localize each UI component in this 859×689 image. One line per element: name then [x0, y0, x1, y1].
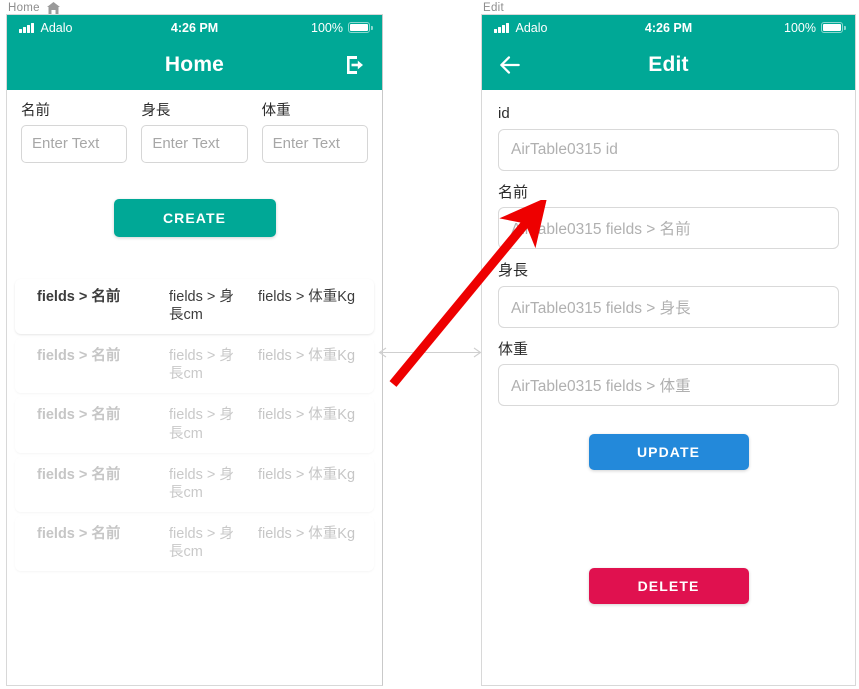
- row-name: fields > 名前: [37, 348, 121, 365]
- home-body: 名前 Enter Text 身長 Enter Text 体重 Enter Tex…: [7, 90, 382, 685]
- table-row[interactable]: fields > 名前 fields > 身長cm fields > 体重Kg: [15, 515, 374, 572]
- create-field-weight-input[interactable]: Enter Text: [261, 124, 368, 163]
- edit-field-weight-label: 体重: [498, 340, 529, 358]
- create-form: 名前 Enter Text 身長 Enter Text 体重 Enter Tex…: [7, 90, 382, 163]
- table-row[interactable]: fields > 名前 fields > 身長cm fields > 体重Kg: [15, 338, 374, 394]
- edit-field-weight: 体重 AirTable0315 fields > 体重: [498, 340, 839, 406]
- edit-field-name: 名前 AirTable0315 fields > 名前: [498, 183, 839, 249]
- edit-field-name-label: 名前: [498, 183, 529, 201]
- edit-screen-frame: Adalo 4:26 PM 100% Edit id AirTable0315 …: [481, 14, 856, 686]
- home-screen-frame: Adalo 4:26 PM 100% Home 名前 Enter Text 身長…: [6, 14, 383, 686]
- row-name: fields > 名前: [37, 525, 121, 542]
- table-row[interactable]: fields > 名前 fields > 身長cm fields > 体重Kg: [15, 278, 374, 335]
- row-name: fields > 名前: [37, 288, 121, 305]
- edit-app-bar: Edit: [482, 40, 855, 90]
- create-field-weight: 体重 Enter Text: [261, 103, 368, 163]
- row-name: fields > 名前: [37, 466, 121, 483]
- double-arrow-horizontal: [378, 346, 482, 359]
- battery-full-icon: [821, 22, 846, 33]
- delete-button[interactable]: DELETE: [588, 568, 749, 604]
- row-name: fields > 名前: [37, 407, 121, 424]
- status-left: Adalo: [494, 21, 547, 35]
- status-right: 100%: [311, 20, 373, 35]
- battery-percent-label: 100%: [784, 20, 816, 35]
- row-height: fields > 身長cm: [169, 525, 234, 561]
- row-height: fields > 身長cm: [169, 407, 234, 442]
- row-weight: fields > 体重Kg: [257, 288, 356, 305]
- left-panel-label: Home: [8, 2, 60, 14]
- edit-field-id-label: id: [498, 105, 510, 122]
- table-row[interactable]: fields > 名前 fields > 身長cm fields > 体重Kg: [15, 397, 374, 453]
- table-row[interactable]: fields > 名前 fields > 身長cm fields > 体重Kg: [15, 456, 374, 512]
- signal-bars-icon: [494, 22, 509, 33]
- create-field-height-input[interactable]: Enter Text: [141, 124, 248, 163]
- edit-field-height-input[interactable]: AirTable0315 fields > 身長: [498, 285, 839, 328]
- record-list: fields > 名前 fields > 身長cm fields > 体重Kg …: [7, 278, 382, 572]
- row-weight: fields > 体重Kg: [257, 407, 356, 424]
- edit-status-bar: Adalo 4:26 PM 100%: [482, 15, 855, 40]
- status-left: Adalo: [19, 21, 72, 35]
- row-weight: fields > 体重Kg: [257, 466, 356, 483]
- home-title: Home: [164, 53, 225, 76]
- status-right: 100%: [784, 20, 846, 35]
- screenshot-stage: Home Edit Adalo 4:26 PM 100% Home 名前 Ent…: [0, 0, 859, 689]
- carrier-label: Adalo: [40, 20, 73, 35]
- edit-title: Edit: [648, 53, 689, 76]
- home-icon: [46, 2, 60, 14]
- edit-field-weight-input[interactable]: AirTable0315 fields > 体重: [498, 364, 839, 406]
- update-button[interactable]: UPDATE: [588, 434, 749, 470]
- carrier-label: Adalo: [515, 20, 548, 35]
- right-panel-label: Edit: [483, 2, 504, 14]
- arrow-left-icon[interactable]: [496, 51, 524, 79]
- edit-body: id AirTable0315 id 名前 AirTable0315 field…: [482, 90, 855, 604]
- edit-field-id-input[interactable]: AirTable0315 id: [498, 128, 839, 171]
- create-button[interactable]: CREATE: [113, 198, 276, 237]
- edit-field-height: 身長 AirTable0315 fields > 身長: [498, 262, 839, 328]
- row-height: fields > 身長cm: [169, 348, 234, 383]
- create-field-height: 身長 Enter Text: [141, 103, 248, 163]
- battery-percent-label: 100%: [311, 20, 343, 35]
- right-panel-label-text: Edit: [483, 2, 505, 14]
- create-field-name-input[interactable]: Enter Text: [21, 124, 128, 163]
- edit-field-id: id AirTable0315 id: [498, 105, 839, 171]
- create-field-height-label: 身長: [141, 103, 171, 119]
- home-app-bar: Home: [7, 40, 382, 90]
- signal-bars-icon: [19, 22, 34, 33]
- left-panel-label-text: Home: [8, 2, 40, 14]
- edit-field-name-input[interactable]: AirTable0315 fields > 名前: [498, 207, 839, 249]
- home-status-bar: Adalo 4:26 PM 100%: [7, 15, 382, 40]
- row-weight: fields > 体重Kg: [257, 525, 356, 542]
- battery-full-icon: [348, 22, 373, 33]
- row-height: fields > 身長cm: [169, 288, 234, 324]
- create-field-name: 名前 Enter Text: [21, 103, 128, 163]
- logout-icon[interactable]: [342, 52, 368, 78]
- row-weight: fields > 体重Kg: [257, 348, 356, 365]
- create-field-name-label: 名前: [21, 103, 50, 119]
- edit-field-height-label: 身長: [498, 262, 529, 279]
- create-field-weight-label: 体重: [261, 103, 291, 119]
- row-height: fields > 身長cm: [169, 466, 234, 501]
